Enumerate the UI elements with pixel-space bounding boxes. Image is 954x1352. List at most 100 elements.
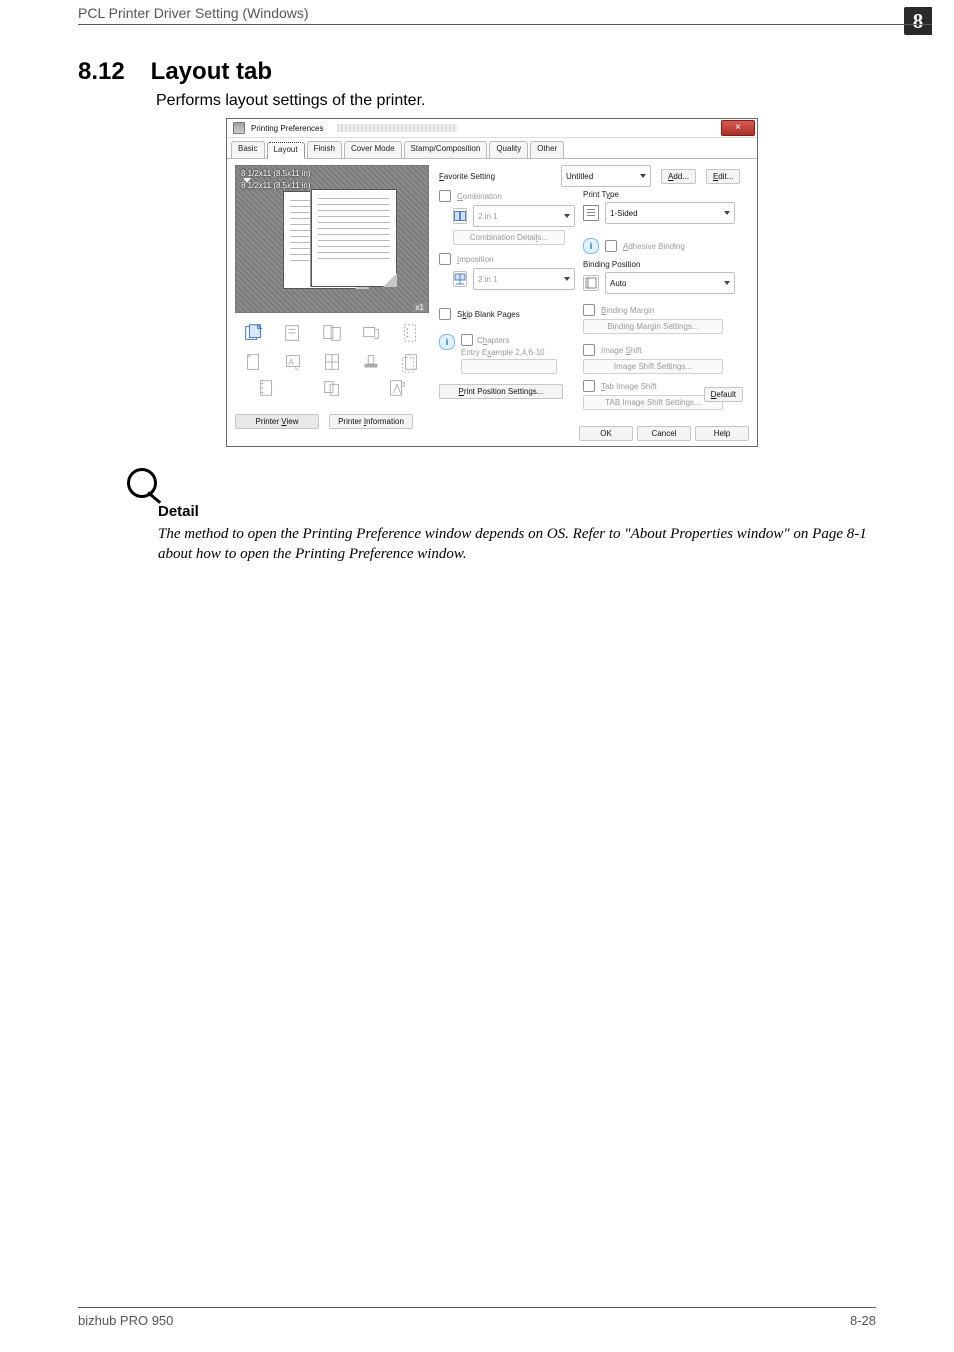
- stamp-icon[interactable]: [353, 348, 390, 375]
- image-shift-button[interactable]: Image Shift Settings...: [583, 359, 723, 374]
- print-type-label: Print Type: [583, 190, 619, 199]
- adhesive-row: i Adhesive Binding: [583, 238, 751, 254]
- imposition-value: 2 in 1: [478, 275, 498, 284]
- chapters-checkbox[interactable]: [461, 334, 473, 346]
- print-position-button[interactable]: Print Position Settings...: [439, 384, 563, 399]
- registration-icon[interactable]: A: [274, 348, 311, 375]
- skip-blank-label: Skip Blank Pages: [457, 310, 520, 319]
- print-type-value: 1-Sided: [610, 209, 638, 218]
- favorite-select[interactable]: Untitled: [561, 165, 651, 187]
- printer-view-button[interactable]: Printer View: [235, 414, 319, 429]
- staple-icon[interactable]: [392, 319, 429, 346]
- tab-image-shift-checkbox[interactable]: [583, 380, 595, 392]
- binding-position-select[interactable]: Auto: [605, 272, 735, 294]
- binding-margin-checkbox[interactable]: [583, 304, 595, 316]
- section-number: 8.12: [78, 58, 144, 86]
- tab-stamp[interactable]: Stamp/Composition: [404, 141, 488, 158]
- favorite-value: Untitled: [566, 172, 593, 181]
- tab-other[interactable]: Other: [530, 141, 564, 158]
- imposition-row: Imposition: [439, 253, 575, 265]
- favorite-row: Favorite Setting Untitled Add... Edit...: [439, 165, 747, 187]
- adhesive-checkbox[interactable]: [605, 240, 617, 252]
- copies-icon[interactable]: [235, 319, 272, 346]
- combination-select[interactable]: 2 in 1: [473, 205, 575, 227]
- combination-checkbox[interactable]: [439, 190, 451, 202]
- printer-information-button[interactable]: Printer Information: [329, 414, 413, 429]
- section-heading: 8.12 Layout tab: [78, 58, 272, 86]
- tab-cover-mode[interactable]: Cover Mode: [344, 141, 402, 158]
- footer-right: 8-28: [850, 1313, 876, 1328]
- imposition-checkbox[interactable]: [439, 253, 451, 265]
- combination-value: 2 in 1: [478, 212, 498, 221]
- dialog-title: Printing Preferences: [251, 124, 323, 133]
- combination-label: Combination: [457, 192, 502, 201]
- chapter-chip: 8: [904, 7, 932, 35]
- tab-strip: Basic Layout Finish Cover Mode Stamp/Com…: [227, 138, 757, 159]
- orientation-icon[interactable]: [274, 319, 311, 346]
- tab-finish[interactable]: Finish: [307, 141, 342, 158]
- chapters-input[interactable]: [461, 359, 557, 374]
- printer-icon: [233, 122, 245, 134]
- footer-left: bizhub PRO 950: [78, 1313, 173, 1328]
- cancel-button[interactable]: Cancel: [637, 426, 691, 441]
- running-head: PCL Printer Driver Setting (Windows): [78, 5, 309, 21]
- chevron-down-icon: [564, 214, 570, 218]
- tab-icon[interactable]: [386, 377, 408, 399]
- paper-icon[interactable]: [235, 348, 272, 375]
- middle-column: Combination 2 in 1 Combination Details..…: [439, 187, 575, 402]
- magnifier-icon: [127, 468, 157, 498]
- favorite-label: Favorite Setting: [439, 172, 495, 181]
- imposition-select[interactable]: 2 in 1: [473, 268, 575, 290]
- default-row: Default: [704, 390, 743, 399]
- tab-quality[interactable]: Quality: [489, 141, 528, 158]
- print-type-select-row: 1-Sided: [583, 202, 751, 224]
- preview-dim-top: 8 1/2x11 (8.5x11 in): [241, 169, 311, 178]
- chevron-down-icon: [724, 211, 730, 215]
- chapters-row: i Chapters Entry Example 2,4,6-10: [439, 334, 575, 374]
- tab-image-shift-label: Tab Image Shift: [601, 382, 657, 391]
- duplex-icon[interactable]: [313, 319, 350, 346]
- image-shift-checkbox[interactable]: [583, 344, 595, 356]
- tab-image-shift-button[interactable]: TAB Image Shift Settings...: [583, 395, 723, 410]
- binding-margin-button[interactable]: Binding Margin Settings...: [583, 319, 723, 334]
- close-button[interactable]: ×: [721, 120, 755, 136]
- print-type-label-row: Print Type: [583, 190, 751, 199]
- right-column: Print Type 1-Sided i Adhesive Binding Bi…: [583, 187, 751, 413]
- image-shift-label: Image Shift: [601, 346, 641, 355]
- footer-rule: [78, 1307, 876, 1308]
- svg-text:A: A: [288, 357, 294, 366]
- image-shift-btn-row: Image Shift Settings...: [583, 359, 751, 374]
- combination-select-row: 2 in 1: [453, 205, 575, 227]
- combination-details-button[interactable]: Combination Details...: [453, 230, 565, 245]
- dialog-footer: OK Cancel Help: [579, 426, 749, 441]
- two-up-icon: [453, 208, 467, 224]
- info-icon: i: [583, 238, 599, 254]
- tab-basic[interactable]: Basic: [231, 141, 265, 158]
- binding-position-value: Auto: [610, 279, 626, 288]
- binding-pos-select-row: Auto: [583, 272, 751, 294]
- preview-iconbar: A: [235, 319, 429, 375]
- shift-icon[interactable]: [321, 377, 343, 399]
- tray-icon[interactable]: [353, 319, 390, 346]
- help-button[interactable]: Help: [695, 426, 749, 441]
- imposition-select-row: 2 in 1: [453, 268, 575, 290]
- print-pos-row: Print Position Settings...: [439, 384, 575, 399]
- default-button[interactable]: Default: [704, 387, 743, 402]
- skip-blank-row: Skip Blank Pages: [439, 308, 575, 320]
- chevron-down-icon: [564, 277, 570, 281]
- printing-preferences-dialog: Printing Preferences × Basic Layout Fini…: [226, 118, 758, 447]
- booklet-icon: [453, 271, 467, 287]
- edit-button[interactable]: Edit...: [706, 169, 740, 184]
- scale-icon[interactable]: [392, 348, 429, 375]
- binder-icon[interactable]: [256, 377, 278, 399]
- preview-page-2: [311, 189, 397, 287]
- add-button[interactable]: Add...: [661, 169, 696, 184]
- ok-button[interactable]: OK: [579, 426, 633, 441]
- image-shift-row: Image Shift: [583, 344, 751, 356]
- detail-note: Detail The method to open the Printing P…: [158, 503, 878, 565]
- header-rule: [78, 24, 932, 25]
- tab-layout[interactable]: Layout: [267, 142, 305, 159]
- skip-blank-checkbox[interactable]: [439, 308, 451, 320]
- grid-icon[interactable]: [313, 348, 350, 375]
- print-type-select[interactable]: 1-Sided: [605, 202, 735, 224]
